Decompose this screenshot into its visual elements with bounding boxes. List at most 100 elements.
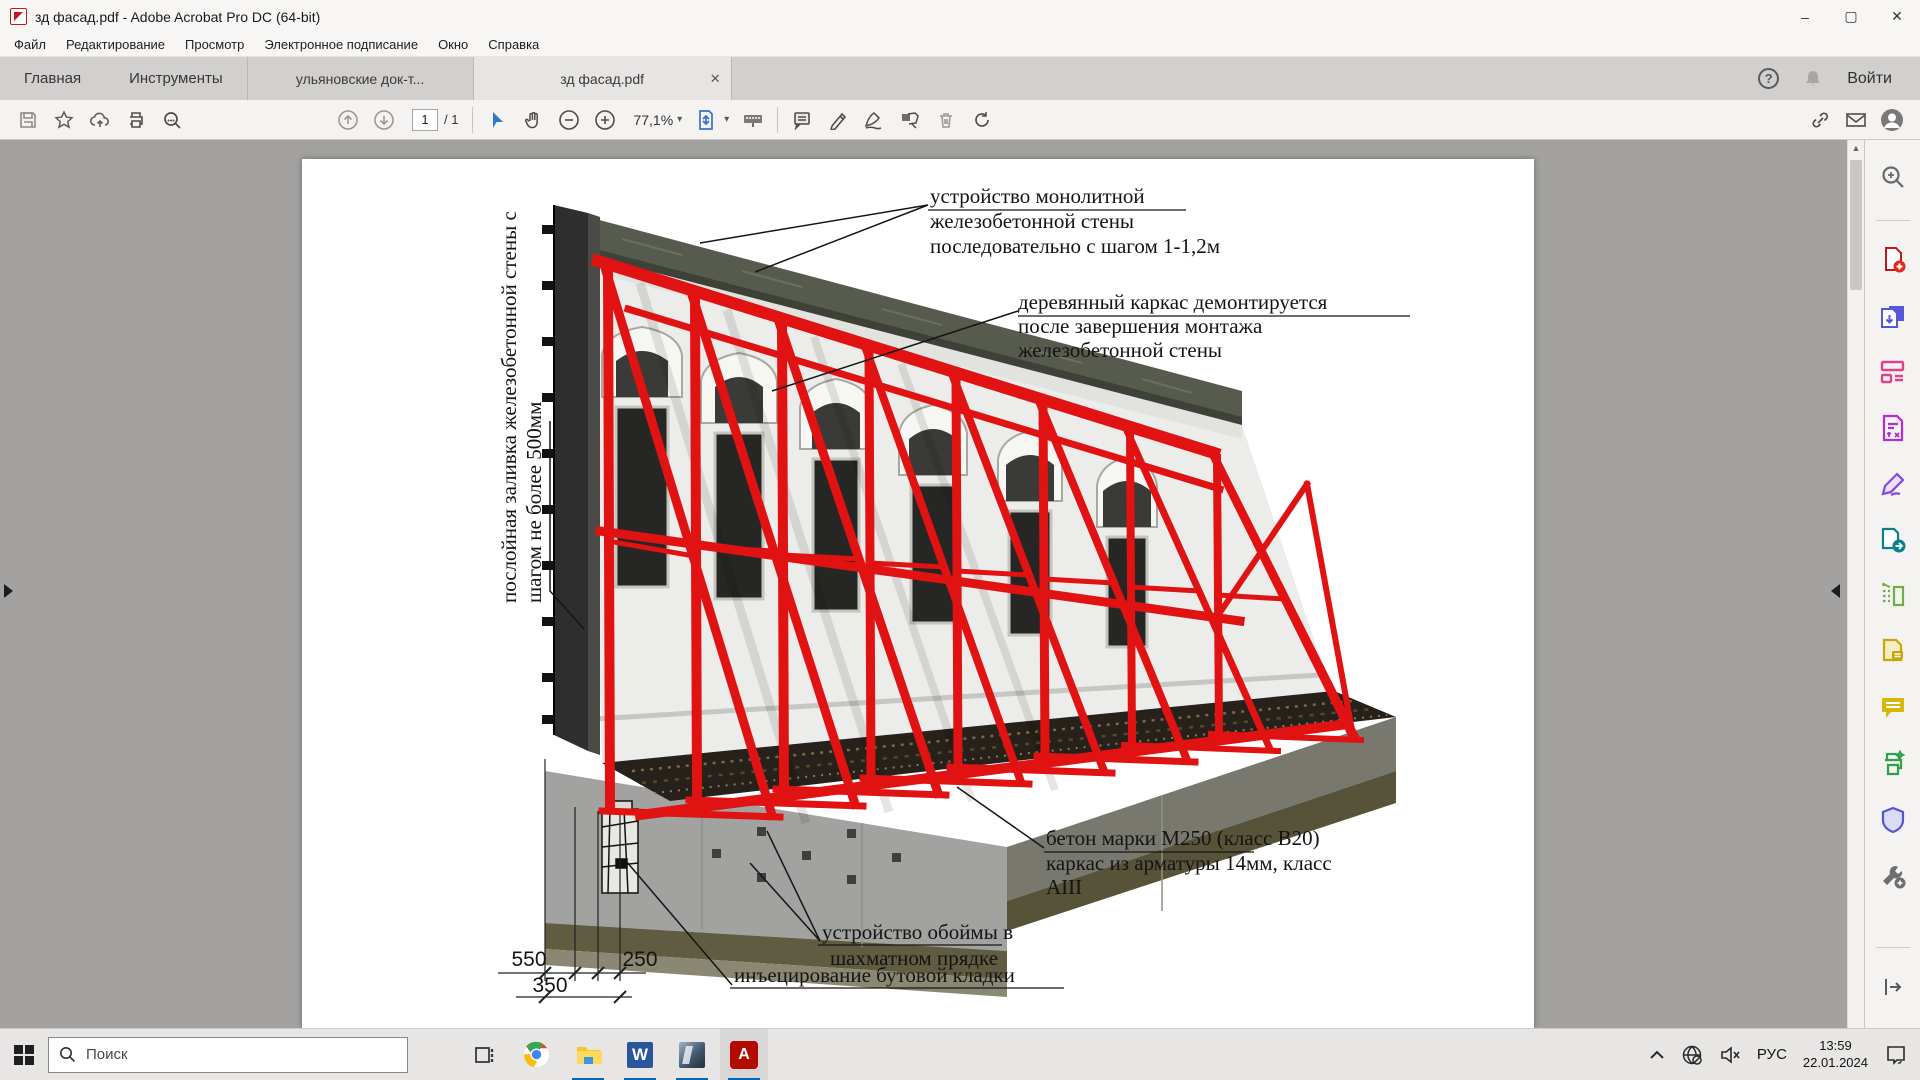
document-canvas[interactable]: устройство монолитной железобетонной сте… <box>0 140 1864 1028</box>
share-cloud-icon[interactable] <box>82 104 118 136</box>
send-for-review-icon[interactable] <box>1878 637 1908 667</box>
previous-page-icon[interactable] <box>330 104 366 136</box>
volume-muted-icon[interactable] <box>1719 1046 1741 1064</box>
tools-rail <box>1864 140 1920 1028</box>
bell-icon[interactable] <box>1803 69 1823 89</box>
more-tools-icon[interactable] <box>1878 861 1908 891</box>
menu-edit[interactable]: Редактирование <box>56 37 175 52</box>
windows-logo-icon <box>13 1044 35 1066</box>
vertical-note-line1: послойная заливка железобетонной стены с <box>497 211 521 603</box>
language-indicator[interactable]: РУС <box>1757 1046 1787 1063</box>
maximize-button[interactable]: ▢ <box>1828 0 1874 33</box>
tray-date: 22.01.2024 <box>1803 1055 1868 1072</box>
fit-page-icon[interactable] <box>688 104 724 136</box>
note-monolithic-line2: железобетонной стены <box>929 209 1134 233</box>
acrobat-file-icon <box>10 8 27 25</box>
link-icon[interactable] <box>1802 104 1838 136</box>
zoom-in-icon[interactable] <box>587 104 623 136</box>
scrollbar-thumb[interactable] <box>1850 160 1862 290</box>
fit-dropdown-icon[interactable]: ▾ <box>724 114 729 125</box>
prepare-form-icon[interactable] <box>1878 413 1908 443</box>
email-icon[interactable] <box>1838 104 1874 136</box>
word-icon: W <box>627 1042 653 1068</box>
protect-icon[interactable] <box>1878 805 1908 835</box>
scan-ocr-icon[interactable] <box>1878 749 1908 779</box>
vertical-scrollbar[interactable]: ▲ <box>1847 140 1864 1028</box>
save-icon[interactable] <box>10 104 46 136</box>
close-tab-icon[interactable]: ✕ <box>710 71 721 87</box>
comment-icon[interactable] <box>784 104 820 136</box>
previous-view-icon[interactable] <box>1831 584 1840 598</box>
document-tab-1[interactable]: ульяновские док-т... <box>248 57 474 100</box>
open-tools-pane-icon[interactable] <box>1878 972 1908 1002</box>
page-number-input[interactable]: 1 <box>412 109 438 131</box>
trash-icon[interactable] <box>928 104 964 136</box>
select-cursor-icon[interactable] <box>479 104 515 136</box>
search-glass-icon <box>59 1046 76 1063</box>
hidden-icons-chevron-icon[interactable] <box>1649 1050 1665 1060</box>
note-monolithic-line3: последовательно с шагом 1-1,2м <box>930 234 1220 258</box>
vertical-note-line2: шагом не более 500мм <box>522 402 546 603</box>
pdf-page: устройство монолитной железобетонной сте… <box>302 159 1534 1028</box>
note-monolithic-line1: устройство монолитной <box>930 184 1145 208</box>
share-pdf-icon[interactable] <box>1878 525 1908 555</box>
image-viewer-button[interactable] <box>668 1029 716 1080</box>
chrome-icon <box>523 1041 550 1068</box>
fill-and-sign-icon[interactable] <box>1878 469 1908 499</box>
word-button[interactable]: W <box>616 1029 664 1080</box>
title-bar: зд фасад.pdf - Adobe Acrobat Pro DC (64-… <box>0 0 1920 33</box>
main-toolbar: 1 / 1 77,1% ▾ ▾ <box>0 100 1920 140</box>
next-page-icon[interactable] <box>366 104 402 136</box>
task-view-button[interactable] <box>460 1029 508 1080</box>
account-avatar-icon[interactable] <box>1874 104 1910 136</box>
search-enhance-icon[interactable] <box>1878 162 1908 192</box>
menu-esign[interactable]: Электронное подписание <box>254 37 428 52</box>
tab-tools[interactable]: Инструменты <box>105 57 247 100</box>
print-icon[interactable] <box>118 104 154 136</box>
windows-taskbar: Поиск W A РУС 13:59 22.01.2024 <box>0 1028 1920 1080</box>
menu-window[interactable]: Окно <box>428 37 478 52</box>
acrobat-button[interactable]: A <box>720 1029 768 1080</box>
export-pdf-icon[interactable] <box>1878 301 1908 331</box>
file-explorer-icon <box>575 1043 602 1067</box>
sign-in-button[interactable]: Войти <box>1847 70 1892 88</box>
menu-help[interactable]: Справка <box>478 37 549 52</box>
acrobat-icon: A <box>730 1041 758 1069</box>
start-button[interactable] <box>0 1029 48 1080</box>
minimize-button[interactable]: – <box>1782 0 1828 33</box>
document-tab-2[interactable]: зд фасад.pdf ✕ <box>474 57 732 100</box>
open-navigation-pane-icon[interactable] <box>4 584 13 598</box>
rotate-icon[interactable] <box>964 104 1000 136</box>
note-clamps-line1: устройство обоймы в <box>822 920 1013 944</box>
taskbar-search-input[interactable]: Поиск <box>48 1037 408 1073</box>
zoom-out-icon[interactable] <box>551 104 587 136</box>
zoom-dropdown-icon[interactable]: ▾ <box>677 114 682 125</box>
edit-pdf-icon[interactable] <box>1878 357 1908 387</box>
tab-home[interactable]: Главная <box>0 57 105 100</box>
chrome-button[interactable] <box>512 1029 560 1080</box>
zoom-level-value[interactable]: 77,1% <box>633 112 673 128</box>
organize-pages-icon[interactable] <box>1878 581 1908 611</box>
help-icon[interactable]: ? <box>1758 68 1779 89</box>
window-title: зд фасад.pdf - Adobe Acrobat Pro DC (64-… <box>35 9 320 25</box>
taskbar-clock[interactable]: 13:59 22.01.2024 <box>1803 1038 1868 1072</box>
network-globe-icon[interactable] <box>1681 1044 1703 1066</box>
stamp-icon[interactable] <box>892 104 928 136</box>
system-tray: РУС 13:59 22.01.2024 <box>1649 1038 1920 1072</box>
close-button[interactable]: ✕ <box>1874 0 1920 33</box>
sign-pen-icon[interactable] <box>856 104 892 136</box>
highlight-icon[interactable] <box>820 104 856 136</box>
hand-tool-icon[interactable] <box>515 104 551 136</box>
star-icon[interactable] <box>46 104 82 136</box>
file-explorer-button[interactable] <box>564 1029 612 1080</box>
action-center-icon[interactable] <box>1884 1044 1908 1066</box>
page-total-label: / 1 <box>444 112 458 127</box>
search-icon[interactable] <box>154 104 190 136</box>
dimension-250: 250 <box>622 948 657 971</box>
scroll-up-icon[interactable]: ▲ <box>1848 140 1864 156</box>
menu-view[interactable]: Просмотр <box>175 37 254 52</box>
presentation-mode-icon[interactable] <box>735 104 771 136</box>
menu-file[interactable]: Файл <box>4 37 56 52</box>
comment-tool-icon[interactable] <box>1878 693 1908 723</box>
create-pdf-icon[interactable] <box>1878 245 1908 275</box>
